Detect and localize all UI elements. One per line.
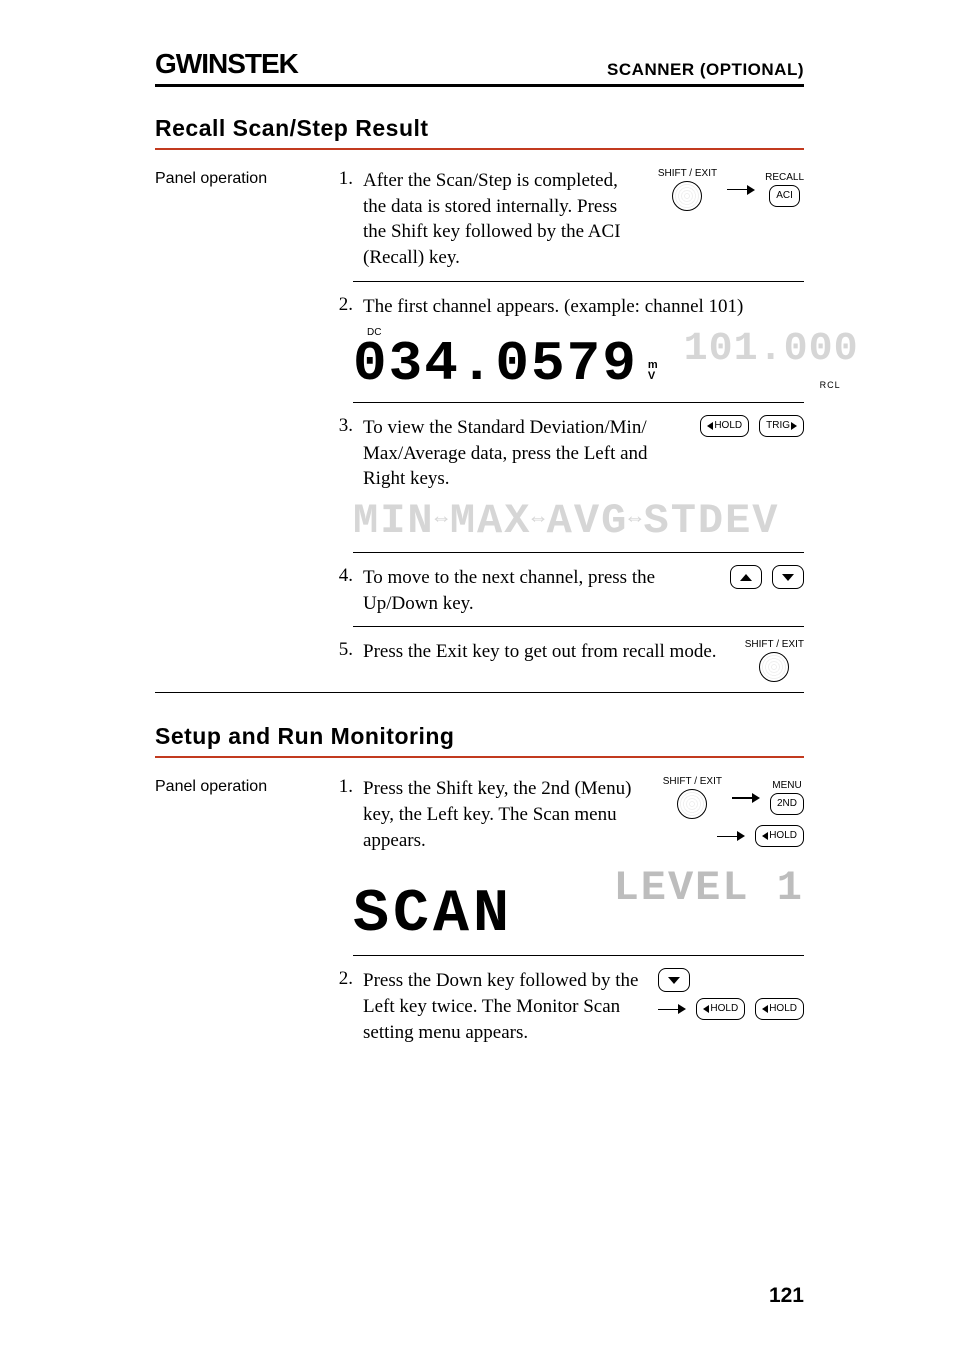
step-text: To move to the next channel, press the U… [363, 565, 712, 616]
page-header: GWINSTEK SCANNER (OPTIONAL) [155, 48, 804, 87]
arrow-right-icon [727, 184, 755, 196]
lcd-units: m V [644, 360, 664, 382]
step-text: Press the Shift key, the 2nd (Menu) key,… [363, 776, 645, 853]
hold-left-button-icon: HOLD [755, 825, 804, 847]
shift-exit-button-icon [759, 652, 789, 682]
divider [353, 955, 804, 956]
key-diagram: SHIFT / EXIT RECALL ACI [658, 168, 804, 211]
left-label: Panel operation [155, 776, 323, 796]
left-label: Panel operation [155, 168, 323, 188]
step-text: Press the Down key followed by the Left … [363, 968, 640, 1045]
lcd-reading: 034.0579 [353, 336, 638, 392]
step-number: 3. [323, 415, 363, 437]
down-button-icon [658, 968, 690, 992]
arrow-right-icon [732, 792, 760, 804]
step-row: 2. Press the Down key followed by the Le… [155, 968, 804, 1045]
shift-exit-label: SHIFT / EXIT [658, 168, 717, 179]
step-row: 5. Press the Exit key to get out from re… [155, 639, 804, 682]
divider [353, 281, 804, 282]
section-recall: Recall Scan/Step Result Panel operation … [155, 115, 804, 693]
trig-right-button-icon: TRIG [759, 415, 804, 437]
hold-left-button-icon: HOLD [696, 998, 745, 1020]
arrow-right-icon [658, 1003, 686, 1015]
aci-button-icon: ACI [769, 185, 800, 207]
step-row: 3. To view the Standard Deviation/Min/ M… [155, 415, 804, 492]
key-diagram: SHIFT / EXIT MENU 2ND HOLD [663, 776, 804, 847]
rcl-indicator: RCL [820, 380, 841, 390]
step-text: Press the Exit key to get out from recal… [363, 639, 727, 665]
step-number: 1. [323, 776, 363, 798]
hold-left-button-icon: HOLD [755, 998, 804, 1020]
key-diagram [730, 565, 804, 589]
step-row: 4. To move to the next channel, press th… [155, 565, 804, 616]
shift-exit-label: SHIFT / EXIT [663, 776, 722, 787]
divider [353, 402, 804, 403]
step-row: Panel operation 1. After the Scan/Step i… [155, 168, 804, 271]
second-button-icon: 2ND [770, 793, 804, 815]
step-row: Panel operation 1. Press the Shift key, … [155, 776, 804, 853]
key-diagram: HOLD HOLD [658, 968, 804, 1020]
step-text: To view the Standard Deviation/Min/ Max/… [363, 415, 682, 492]
shift-exit-button-icon [677, 789, 707, 819]
up-button-icon [730, 565, 762, 589]
key-diagram: SHIFT / EXIT [745, 639, 804, 682]
step-number: 2. [323, 294, 363, 316]
shift-exit-button-icon [672, 181, 702, 211]
lcd-dim-sequence: MIN⇔MAX⇔AVG⇔STDEV [353, 500, 804, 542]
arrow-right-icon [717, 830, 745, 842]
step-text: After the Scan/Step is completed, the da… [363, 168, 640, 271]
lcd-display: SCAN LEVEL 1 [353, 867, 804, 945]
hold-left-button-icon: HOLD [700, 415, 749, 437]
divider [353, 552, 804, 553]
step-row: 2. The first channel appears. (example: … [155, 294, 804, 320]
lcd-scan: SCAN [353, 885, 513, 945]
down-button-icon [772, 565, 804, 589]
shift-exit-label: SHIFT / EXIT [745, 639, 804, 650]
section-title: Setup and Run Monitoring [155, 723, 804, 758]
lcd-level: LEVEL 1 [614, 867, 804, 909]
menu-label: MENU [772, 780, 801, 791]
lcd-display: DC 034.0579 m V 101.000 RCL [353, 327, 804, 392]
key-diagram: HOLD TRIG [700, 415, 804, 437]
step-number: 4. [323, 565, 363, 587]
page-number: 121 [769, 1284, 804, 1308]
section-monitoring: Setup and Run Monitoring Panel operation… [155, 723, 804, 1045]
brand-logo: GWINSTEK [155, 48, 298, 80]
recall-label: RECALL [765, 172, 804, 183]
divider [353, 626, 804, 627]
step-number: 1. [323, 168, 363, 190]
step-number: 5. [323, 639, 363, 661]
section-title: Recall Scan/Step Result [155, 115, 804, 150]
header-section-name: SCANNER (OPTIONAL) [607, 60, 804, 80]
step-text: The first channel appears. (example: cha… [363, 294, 804, 320]
divider [155, 692, 804, 693]
lcd-side-reading: 101.000 [684, 330, 859, 370]
step-number: 2. [323, 968, 363, 990]
